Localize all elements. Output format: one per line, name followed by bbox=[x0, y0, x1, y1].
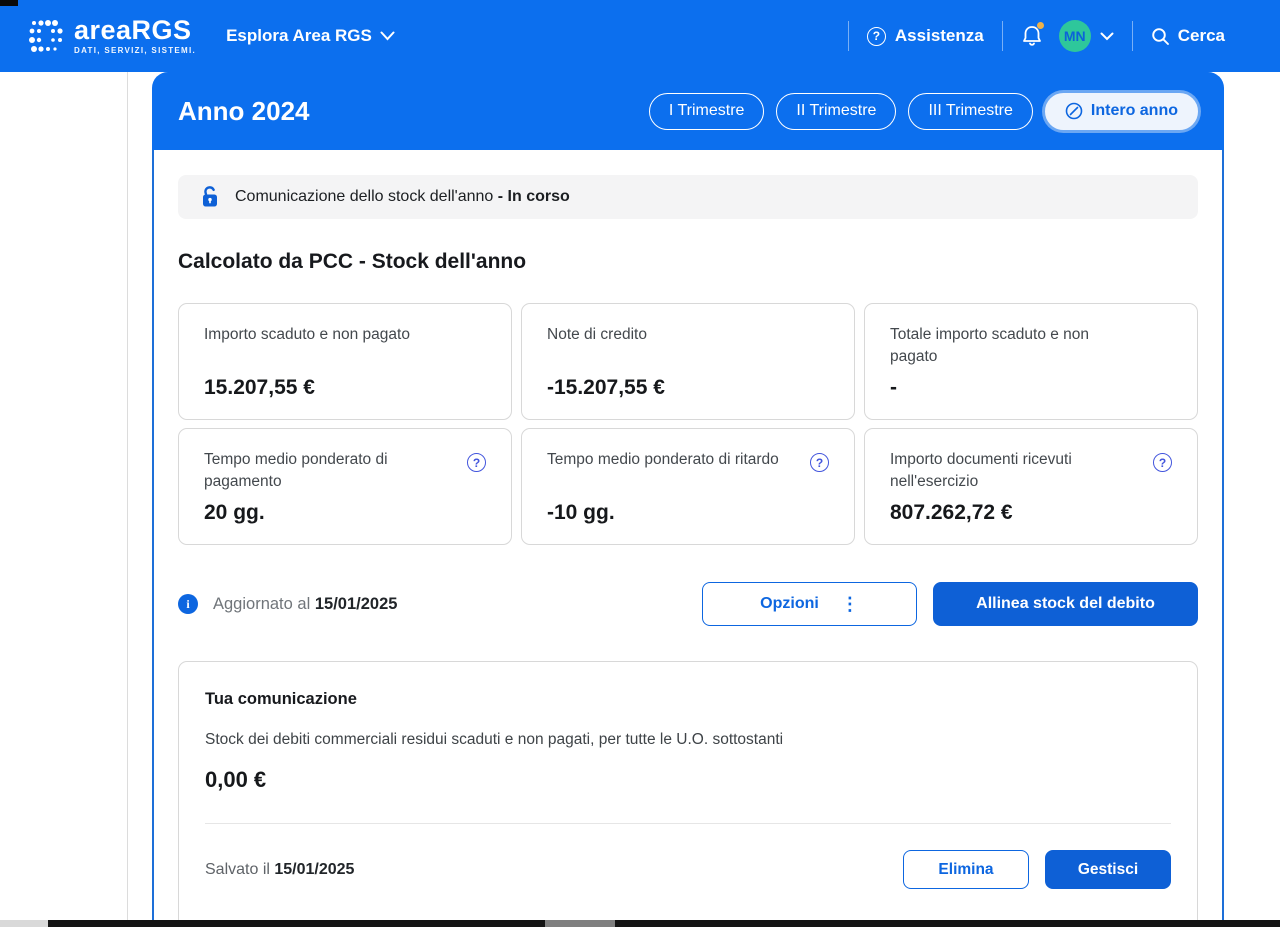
status-banner-state: - In corso bbox=[498, 188, 570, 205]
chevron-down-icon bbox=[1100, 32, 1114, 41]
saved-date: 15/01/2025 bbox=[274, 861, 354, 878]
notifications-button[interactable] bbox=[1021, 24, 1043, 48]
taskbar-edge-segment bbox=[545, 920, 615, 927]
manage-label: Gestisci bbox=[1078, 861, 1138, 879]
kebab-menu-icon: ⋮ bbox=[841, 595, 859, 613]
communication-title: Tua comunicazione bbox=[205, 690, 1171, 709]
chevron-down-icon bbox=[380, 31, 395, 41]
communication-divider bbox=[205, 823, 1171, 824]
updated-at-label: Aggiornato al bbox=[213, 595, 310, 613]
kpi-label: Note di credito bbox=[547, 324, 647, 346]
communication-card: Tua comunicazione Stock dei debiti comme… bbox=[178, 661, 1198, 920]
assistance-label: Assistenza bbox=[895, 26, 984, 46]
search-icon bbox=[1151, 27, 1170, 46]
align-stock-button[interactable]: Allinea stock del debito bbox=[933, 582, 1198, 626]
tab-q1[interactable]: I Trimestre bbox=[649, 93, 765, 130]
kpi-value: 15.207,55 € bbox=[204, 376, 486, 400]
section-title: Calcolato da PCC - Stock dell'anno bbox=[178, 250, 1198, 274]
kpi-value: -15.207,55 € bbox=[547, 376, 829, 400]
search-button[interactable]: Cerca bbox=[1151, 26, 1225, 46]
area-rgs-logo[interactable]: areaRGS DATI, SERVIZI, SISTEMI. bbox=[28, 17, 196, 55]
year-panel-body: Comunicazione dello stock dell'anno - In… bbox=[152, 150, 1224, 920]
kpi-card-importo-scaduto: Importo scaduto e non pagato 15.207,55 € bbox=[178, 303, 512, 420]
explore-menu-button[interactable]: Esplora Area RGS bbox=[226, 26, 395, 46]
kpi-card-tempo-ritardo: Tempo medio ponderato di ritardo ? -10 g… bbox=[521, 428, 855, 545]
screen-corner-artifact bbox=[0, 0, 18, 6]
kpi-card-tempo-pagamento: Tempo medio ponderato di pagamento ? 20 … bbox=[178, 428, 512, 545]
kpi-card-note-credito: Note di credito -15.207,55 € bbox=[521, 303, 855, 420]
kpi-cards-grid: Importo scaduto e non pagato 15.207,55 €… bbox=[178, 303, 1198, 545]
delete-label: Elimina bbox=[938, 861, 993, 879]
year-panel: Anno 2024 I Trimestre II Trimestre III T… bbox=[152, 72, 1224, 920]
kpi-value: 20 gg. bbox=[204, 501, 486, 525]
help-icon[interactable]: ? bbox=[810, 453, 829, 472]
kpi-label: Tempo medio ponderato di ritardo bbox=[547, 449, 779, 471]
notification-badge-dot bbox=[1037, 22, 1044, 29]
status-banner-text: Comunicazione dello stock dell'anno bbox=[235, 188, 493, 205]
help-circle-icon: ? bbox=[867, 27, 886, 46]
taskbar-edge-left bbox=[0, 920, 48, 927]
unlocked-padlock-icon bbox=[200, 186, 220, 208]
app-header: areaRGS DATI, SERVIZI, SISTEMI. Esplora … bbox=[0, 0, 1280, 72]
communication-description: Stock dei debiti commerciali residui sca… bbox=[205, 731, 1171, 749]
kpi-label: Tempo medio ponderato di pagamento bbox=[204, 449, 454, 494]
logo-dot-grid-icon bbox=[28, 17, 64, 55]
tab-full-year-label: Intero anno bbox=[1091, 102, 1178, 120]
quarter-tabs: I Trimestre II Trimestre III Trimestre I… bbox=[649, 93, 1198, 130]
help-icon[interactable]: ? bbox=[467, 453, 486, 472]
communication-amount: 0,00 € bbox=[205, 767, 1171, 793]
header-divider bbox=[1132, 21, 1133, 51]
kpi-label: Totale importo scaduto e non pagato bbox=[890, 324, 1140, 369]
tab-q3[interactable]: III Trimestre bbox=[908, 93, 1032, 130]
header-divider bbox=[848, 21, 849, 51]
year-title: Anno 2024 bbox=[178, 96, 310, 127]
assistance-button[interactable]: ? Assistenza bbox=[867, 26, 984, 46]
kpi-card-totale-importo: Totale importo scaduto e non pagato - bbox=[864, 303, 1198, 420]
search-label: Cerca bbox=[1178, 26, 1225, 46]
tab-q1-label: I Trimestre bbox=[669, 102, 745, 120]
saved-label: Salvato il bbox=[205, 861, 270, 878]
options-label: Opzioni bbox=[760, 595, 819, 613]
help-icon[interactable]: ? bbox=[1153, 453, 1172, 472]
taskbar-edge bbox=[0, 920, 1280, 927]
explore-label: Esplora Area RGS bbox=[226, 26, 372, 46]
kpi-card-importo-documenti: Importo documenti ricevuti nell'esercizi… bbox=[864, 428, 1198, 545]
tab-q2-label: II Trimestre bbox=[796, 102, 876, 120]
updated-at-date: 15/01/2025 bbox=[315, 595, 398, 613]
brand-tagline: DATI, SERVIZI, SISTEMI. bbox=[74, 47, 196, 55]
status-banner: Comunicazione dello stock dell'anno - In… bbox=[178, 175, 1198, 219]
year-panel-header: Anno 2024 I Trimestre II Trimestre III T… bbox=[152, 72, 1224, 150]
account-menu-button[interactable] bbox=[1100, 32, 1114, 41]
align-stock-label: Allinea stock del debito bbox=[976, 595, 1155, 613]
tab-q3-label: III Trimestre bbox=[928, 102, 1012, 120]
kpi-value: 807.262,72 € bbox=[890, 501, 1172, 525]
avatar[interactable]: MN bbox=[1059, 20, 1091, 52]
tab-q2[interactable]: II Trimestre bbox=[776, 93, 896, 130]
tab-full-year[interactable]: Intero anno bbox=[1045, 93, 1198, 130]
delete-button[interactable]: Elimina bbox=[903, 850, 1029, 889]
manage-button[interactable]: Gestisci bbox=[1045, 850, 1171, 889]
left-gutter-divider bbox=[127, 72, 128, 920]
header-divider bbox=[1002, 21, 1003, 51]
info-icon: i bbox=[178, 594, 198, 614]
kpi-label: Importo documenti ricevuti nell'esercizi… bbox=[890, 449, 1140, 494]
brand-name: areaRGS bbox=[74, 17, 196, 44]
update-row: i Aggiornato al 15/01/2025 Opzioni ⋮ All… bbox=[178, 582, 1198, 626]
in-progress-icon bbox=[1065, 102, 1083, 120]
kpi-value: -10 gg. bbox=[547, 501, 829, 525]
kpi-value: - bbox=[890, 376, 1172, 400]
options-button[interactable]: Opzioni ⋮ bbox=[702, 582, 917, 626]
kpi-label: Importo scaduto e non pagato bbox=[204, 324, 410, 346]
